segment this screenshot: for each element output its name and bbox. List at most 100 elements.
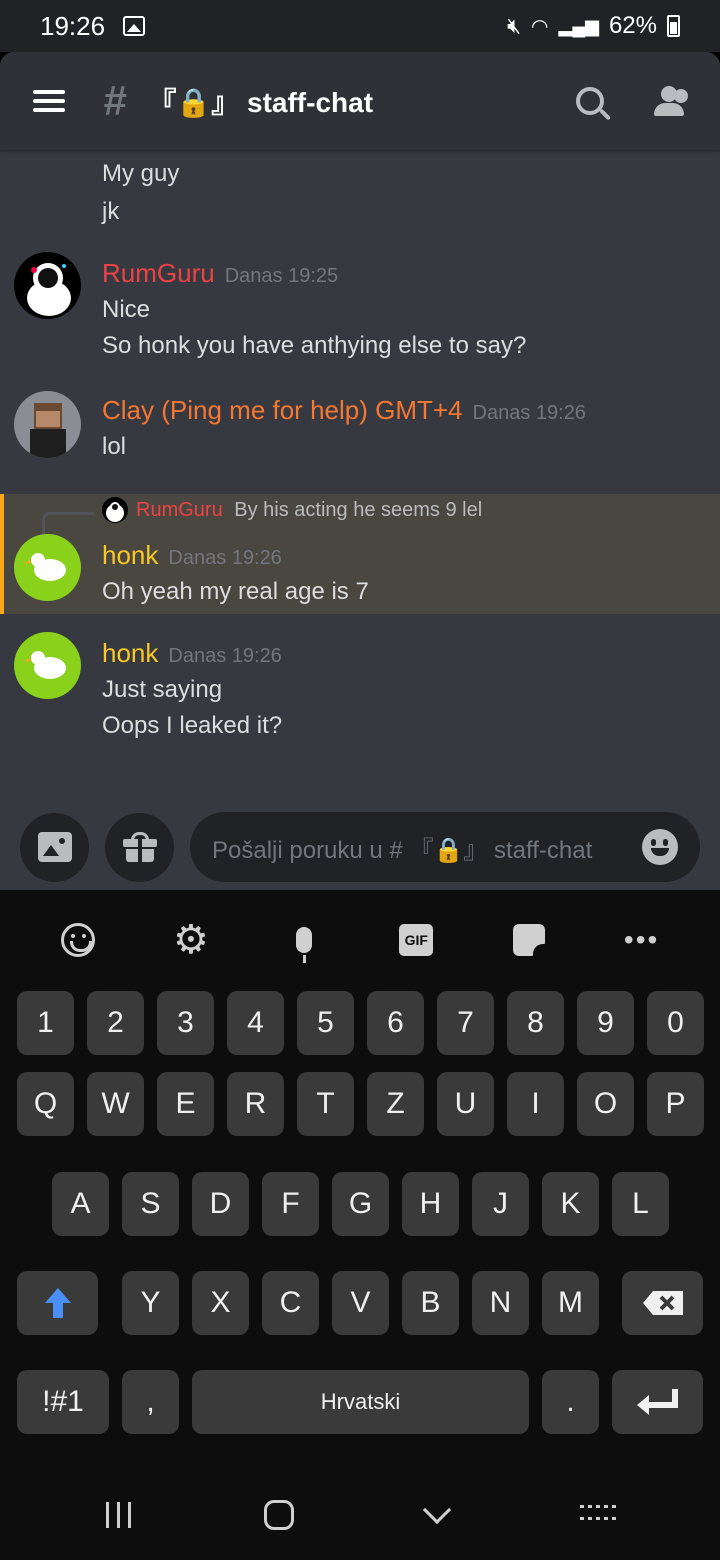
shift-key[interactable] xyxy=(17,1271,98,1335)
status-time: 19:26 xyxy=(40,10,106,41)
space-key[interactable]: Hrvatski xyxy=(192,1370,529,1434)
battery-icon xyxy=(667,15,680,37)
key-r[interactable]: R xyxy=(227,1072,284,1136)
gift-icon xyxy=(122,832,157,862)
voice-input-button[interactable] xyxy=(284,920,324,963)
key-4[interactable]: 4 xyxy=(227,991,284,1055)
message-timestamp: Danas 19:26 xyxy=(168,547,282,569)
key-q[interactable]: Q xyxy=(17,1072,74,1136)
key-t[interactable]: T xyxy=(297,1072,354,1136)
period-key[interactable]: . xyxy=(542,1370,599,1434)
message-input[interactable]: Pošalji poruku u # 『🔒』 staff-chat xyxy=(190,812,700,882)
key-s[interactable]: S xyxy=(122,1172,179,1236)
key-2[interactable]: 2 xyxy=(87,991,144,1055)
gallery-notification-icon xyxy=(123,16,146,36)
enter-key[interactable] xyxy=(612,1370,703,1434)
gif-button[interactable]: GIF xyxy=(396,920,436,960)
key-v[interactable]: V xyxy=(332,1271,389,1335)
key-a[interactable]: A xyxy=(52,1172,109,1236)
backspace-icon xyxy=(642,1291,683,1315)
key-k[interactable]: K xyxy=(542,1172,599,1236)
key-h[interactable]: H xyxy=(402,1172,459,1236)
sticker-icon xyxy=(512,924,545,956)
message-input-placeholder: Pošalji poruku u # 『🔒』 staff-chat xyxy=(212,836,593,864)
more-options-button[interactable]: ••• xyxy=(622,920,662,960)
comma-key[interactable]: , xyxy=(122,1370,179,1434)
key-1[interactable]: 1 xyxy=(17,991,74,1055)
sticker-button[interactable] xyxy=(509,920,549,960)
wifi-icon: ◠ xyxy=(531,15,549,38)
microphone-icon xyxy=(295,927,312,963)
key-j[interactable]: J xyxy=(472,1172,529,1236)
key-9[interactable]: 9 xyxy=(577,991,634,1055)
channel-hash-icon: # xyxy=(103,77,127,124)
key-b[interactable]: B xyxy=(402,1271,459,1335)
reply-text: By his acting he seems 9 lel xyxy=(234,499,483,521)
key-n[interactable]: N xyxy=(472,1271,529,1335)
key-w[interactable]: W xyxy=(87,1072,144,1136)
key-8[interactable]: 8 xyxy=(507,991,564,1055)
message-username[interactable]: honk xyxy=(102,540,158,570)
members-icon[interactable] xyxy=(652,86,690,116)
shift-icon xyxy=(44,1288,71,1318)
key-5[interactable]: 5 xyxy=(297,991,354,1055)
key-0[interactable]: 0 xyxy=(647,991,704,1055)
system-navigation-bar xyxy=(0,1470,720,1560)
enter-icon xyxy=(636,1389,678,1415)
key-7[interactable]: 7 xyxy=(437,991,494,1055)
menu-icon[interactable] xyxy=(33,90,65,112)
message-text[interactable]: Just saying xyxy=(102,672,282,708)
message-username[interactable]: Clay (Ping me for help) GMT+4 xyxy=(102,395,463,425)
keyboard-settings-button[interactable]: ⚙ xyxy=(171,918,211,962)
key-f[interactable]: F xyxy=(262,1172,319,1236)
message-username[interactable]: RumGuru xyxy=(102,258,215,288)
message-text[interactable]: So honk you have anthying else to say? xyxy=(102,328,526,364)
reply-preview[interactable]: RumGuru By his acting he seems 9 lel xyxy=(136,496,482,524)
key-l[interactable]: L xyxy=(612,1172,669,1236)
key-i[interactable]: I xyxy=(507,1072,564,1136)
key-3[interactable]: 3 xyxy=(157,991,214,1055)
key-6[interactable]: 6 xyxy=(367,991,424,1055)
key-u[interactable]: U xyxy=(437,1072,494,1136)
message-text[interactable]: Oh yeah my real age is 7 xyxy=(102,574,369,610)
keyboard-toolbar: ⚙ GIF ••• xyxy=(0,890,720,990)
mute-icon: 🔇︎ xyxy=(507,13,522,38)
message-line[interactable]: My guy xyxy=(0,156,179,192)
keyboard: ⚙ GIF ••• 1234567890 QWERTZUIOP ASDFGHJKL Y… xyxy=(0,890,720,1470)
channel-header: # 『🔒』 staff-chat xyxy=(0,52,720,150)
key-z[interactable]: Z xyxy=(367,1072,424,1136)
attach-image-button[interactable] xyxy=(20,812,89,882)
gift-button[interactable] xyxy=(105,812,174,882)
emoji-keyboard-button[interactable] xyxy=(58,920,98,960)
key-g[interactable]: G xyxy=(332,1172,389,1236)
message-text[interactable]: Oops I leaked it? xyxy=(102,708,282,744)
key-c[interactable]: C xyxy=(262,1271,319,1335)
backspace-key[interactable] xyxy=(622,1271,703,1335)
key-x[interactable]: X xyxy=(192,1271,249,1335)
search-icon[interactable] xyxy=(576,87,604,115)
message-timestamp: Danas 19:26 xyxy=(472,402,586,424)
key-e[interactable]: E xyxy=(157,1072,214,1136)
message-timestamp: Danas 19:26 xyxy=(168,645,282,667)
key-p[interactable]: P xyxy=(647,1072,704,1136)
image-icon xyxy=(37,832,72,862)
keyboard-switch-button[interactable] xyxy=(579,1505,616,1525)
message-timestamp: Danas 19:25 xyxy=(224,265,339,287)
home-button[interactable] xyxy=(264,1500,295,1530)
gif-icon: GIF xyxy=(399,924,434,956)
message-username[interactable]: honk xyxy=(102,638,158,668)
symbols-key[interactable]: !#1 xyxy=(17,1370,109,1434)
key-m[interactable]: M xyxy=(542,1271,599,1335)
message-text[interactable]: Nice xyxy=(102,292,526,328)
key-y[interactable]: Y xyxy=(122,1271,179,1335)
key-o[interactable]: O xyxy=(577,1072,634,1136)
message-text[interactable]: lol xyxy=(102,429,586,465)
back-button[interactable] xyxy=(422,1495,452,1525)
key-d[interactable]: D xyxy=(192,1172,249,1236)
recent-apps-button[interactable] xyxy=(106,1502,132,1528)
signal-icon: ▂▄▆ xyxy=(558,15,599,36)
message-line[interactable]: jk xyxy=(0,194,119,230)
reply-avatar xyxy=(102,497,128,523)
smiley-icon xyxy=(61,923,96,957)
emoji-icon[interactable] xyxy=(642,829,678,865)
